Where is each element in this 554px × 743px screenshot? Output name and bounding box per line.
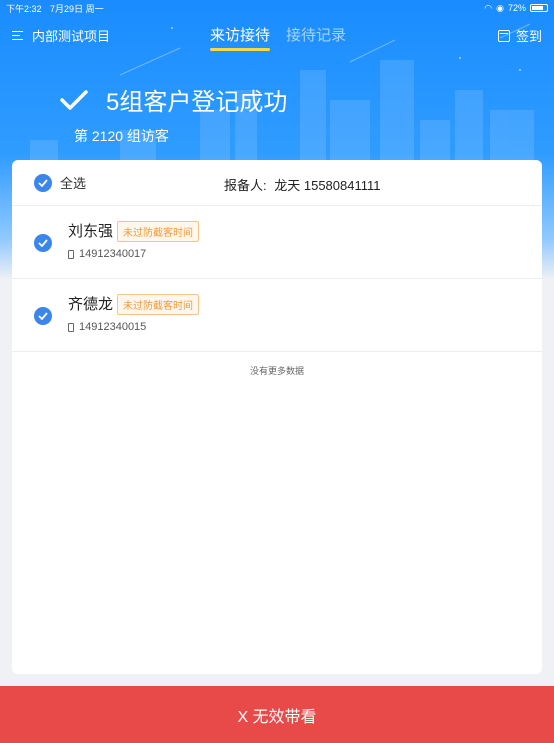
wifi-icon: ◠ (484, 2, 493, 13)
checkmark-icon (60, 89, 88, 110)
invalid-visit-button[interactable]: X 无效带看 (0, 686, 554, 743)
location-icon: ◉ (496, 2, 504, 13)
customer-name: 齐德龙 (68, 296, 114, 313)
tab-records[interactable]: 接待记录 (286, 24, 346, 51)
customer-checkbox[interactable] (34, 307, 52, 325)
check-icon (38, 239, 48, 247)
success-title: 5组客户登记成功 (106, 89, 288, 116)
visitor-number: 第 2120 组访客 (74, 128, 169, 144)
status-bar: 下午2:32 7月29日 周一 ◠ ◉ 72% (0, 0, 554, 16)
check-icon (38, 312, 48, 320)
select-all-row: 全选 报备人: 龙天 15580841111 (12, 160, 542, 206)
customer-checkbox[interactable] (34, 234, 52, 252)
battery-level: 72% (507, 3, 526, 13)
customer-row[interactable]: 刘东强 未过防截客时间 14912340017 (12, 206, 542, 279)
select-all-label: 全选 (60, 176, 87, 191)
phone-number: 14912340017 (79, 248, 147, 260)
project-name: 内部测试项目 (32, 29, 111, 44)
success-banner: 5组客户登记成功 (60, 82, 287, 117)
phone-icon (68, 322, 74, 332)
customer-phone: 14912340015 (68, 321, 146, 333)
phone-icon (68, 249, 74, 259)
status-badge: 未过防截客时间 (117, 221, 199, 242)
tab-reception[interactable]: 来访接待 (210, 24, 271, 51)
customer-row[interactable]: 齐德龙 未过防截客时间 14912340015 (12, 279, 542, 352)
no-more-data: 没有更多数据 (249, 366, 304, 376)
tab-bar: 来访接待 接待记录 (210, 24, 346, 51)
status-time: 下午2:32 (6, 3, 42, 14)
select-all-checkbox[interactable] (34, 173, 52, 192)
signin-label: 签到 (515, 29, 542, 44)
reporter-label: 报备人: (224, 178, 267, 193)
project-switcher[interactable]: 内部测试项目 (12, 26, 110, 45)
reporter-info: 报备人: 龙天 15580841111 (224, 175, 381, 194)
status-badge: 未过防截客时间 (117, 294, 199, 315)
menu-icon (12, 30, 24, 41)
phone-number: 14912340015 (79, 321, 147, 333)
customer-phone: 14912340017 (68, 248, 146, 260)
reporter-value: 龙天 15580841111 (274, 178, 381, 193)
battery-icon (530, 4, 548, 12)
customer-name: 刘东强 (68, 223, 114, 240)
top-nav: 内部测试项目 来访接待 接待记录 签到 (0, 18, 554, 52)
customer-list-card: 全选 报备人: 龙天 15580841111 刘东强 未过防截客时间 14912… (12, 160, 542, 674)
status-date: 7月29日 周一 (50, 3, 104, 14)
calendar-icon (497, 29, 510, 42)
signin-button[interactable]: 签到 (497, 26, 542, 45)
check-icon (38, 178, 48, 187)
